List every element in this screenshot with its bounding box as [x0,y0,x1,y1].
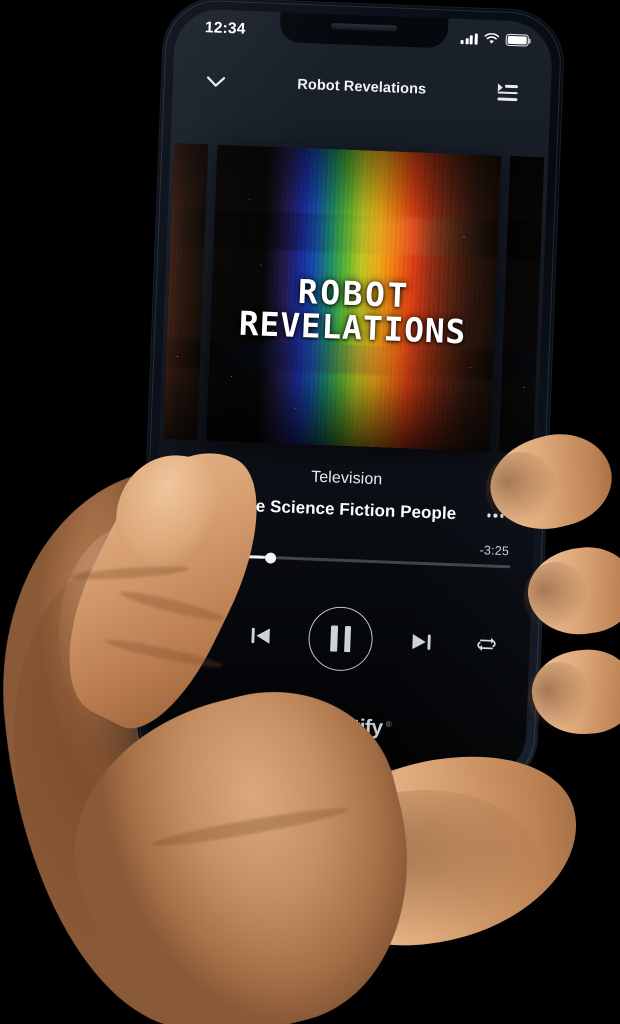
cover-art-next: R [498,155,545,453]
palm-crease-2 [150,802,350,852]
phone-screen: 12:34 Robot Revelations ROBOT REVELATION… [146,8,554,780]
playback-controls [176,597,505,681]
repeat-icon [477,637,496,652]
previous-track-button[interactable] [240,616,279,655]
artist-name[interactable]: The Science Fiction People [208,495,483,526]
cover-art-title-text: ROBOT REVELATIONS [238,271,467,352]
earpiece-speaker [330,23,398,32]
chevron-down-icon [206,75,226,87]
skip-previous-icon [250,627,270,644]
album-art-previous-peek[interactable]: S [163,142,209,440]
now-playing-meta: Television The Science Fiction People [156,463,536,530]
display-notch [279,12,449,49]
track-title: Television [310,468,383,489]
lower-fingers-shadow [310,790,540,940]
next-track-button[interactable] [401,622,440,661]
remaining-time: -3:25 [479,543,510,559]
artist-row: The Science Fiction People [178,491,513,530]
pause-icon [330,625,338,652]
album-art-next-peek[interactable]: R [498,155,545,453]
phone-device: 12:34 Robot Revelations ROBOT REVELATION… [135,0,565,792]
battery-full-icon [505,33,529,47]
spotify-wordmark: Spotify [314,713,384,739]
repeat-button[interactable] [469,627,504,662]
save-track-button[interactable] [182,491,209,518]
spotify-branding: Spotify ® [148,707,527,746]
queue-list-icon [497,83,518,101]
status-bar-clock: 12:34 [204,19,246,38]
progress-fill [176,552,271,560]
ring-finger [529,646,620,738]
progress-section: 1 : 18 -3:25 [176,531,512,569]
more-options-button[interactable] [482,502,509,529]
check-icon [186,497,205,511]
artwork-carousel[interactable]: S ROBOT REVELATIONS [159,138,548,457]
cover-art-current: ROBOT REVELATIONS [206,144,502,451]
trademark-symbol: ® [385,719,392,729]
page-title: Robot Revelations [297,76,427,98]
play-pause-button[interactable] [307,605,374,673]
spotify-logo-icon [282,711,309,738]
cover-art-prev: S [163,142,209,440]
elapsed-time: 1 : 18 [179,531,213,547]
progress-knob[interactable] [264,551,276,564]
collapse-player-button[interactable] [198,64,233,99]
screenshot-canvas: 12:34 Robot Revelations ROBOT REVELATION… [0,0,620,1024]
shuffle-icon [184,625,204,641]
player-header: Robot Revelations [172,56,552,118]
skip-next-icon [411,633,431,650]
shuffle-button[interactable] [177,616,212,651]
status-bar-icons [460,32,529,47]
more-horizontal-icon [487,513,491,518]
wifi-icon [484,33,500,44]
cellular-signal-icon [460,33,478,45]
album-art-current[interactable]: ROBOT REVELATIONS [206,144,502,451]
open-queue-button[interactable] [490,75,525,110]
